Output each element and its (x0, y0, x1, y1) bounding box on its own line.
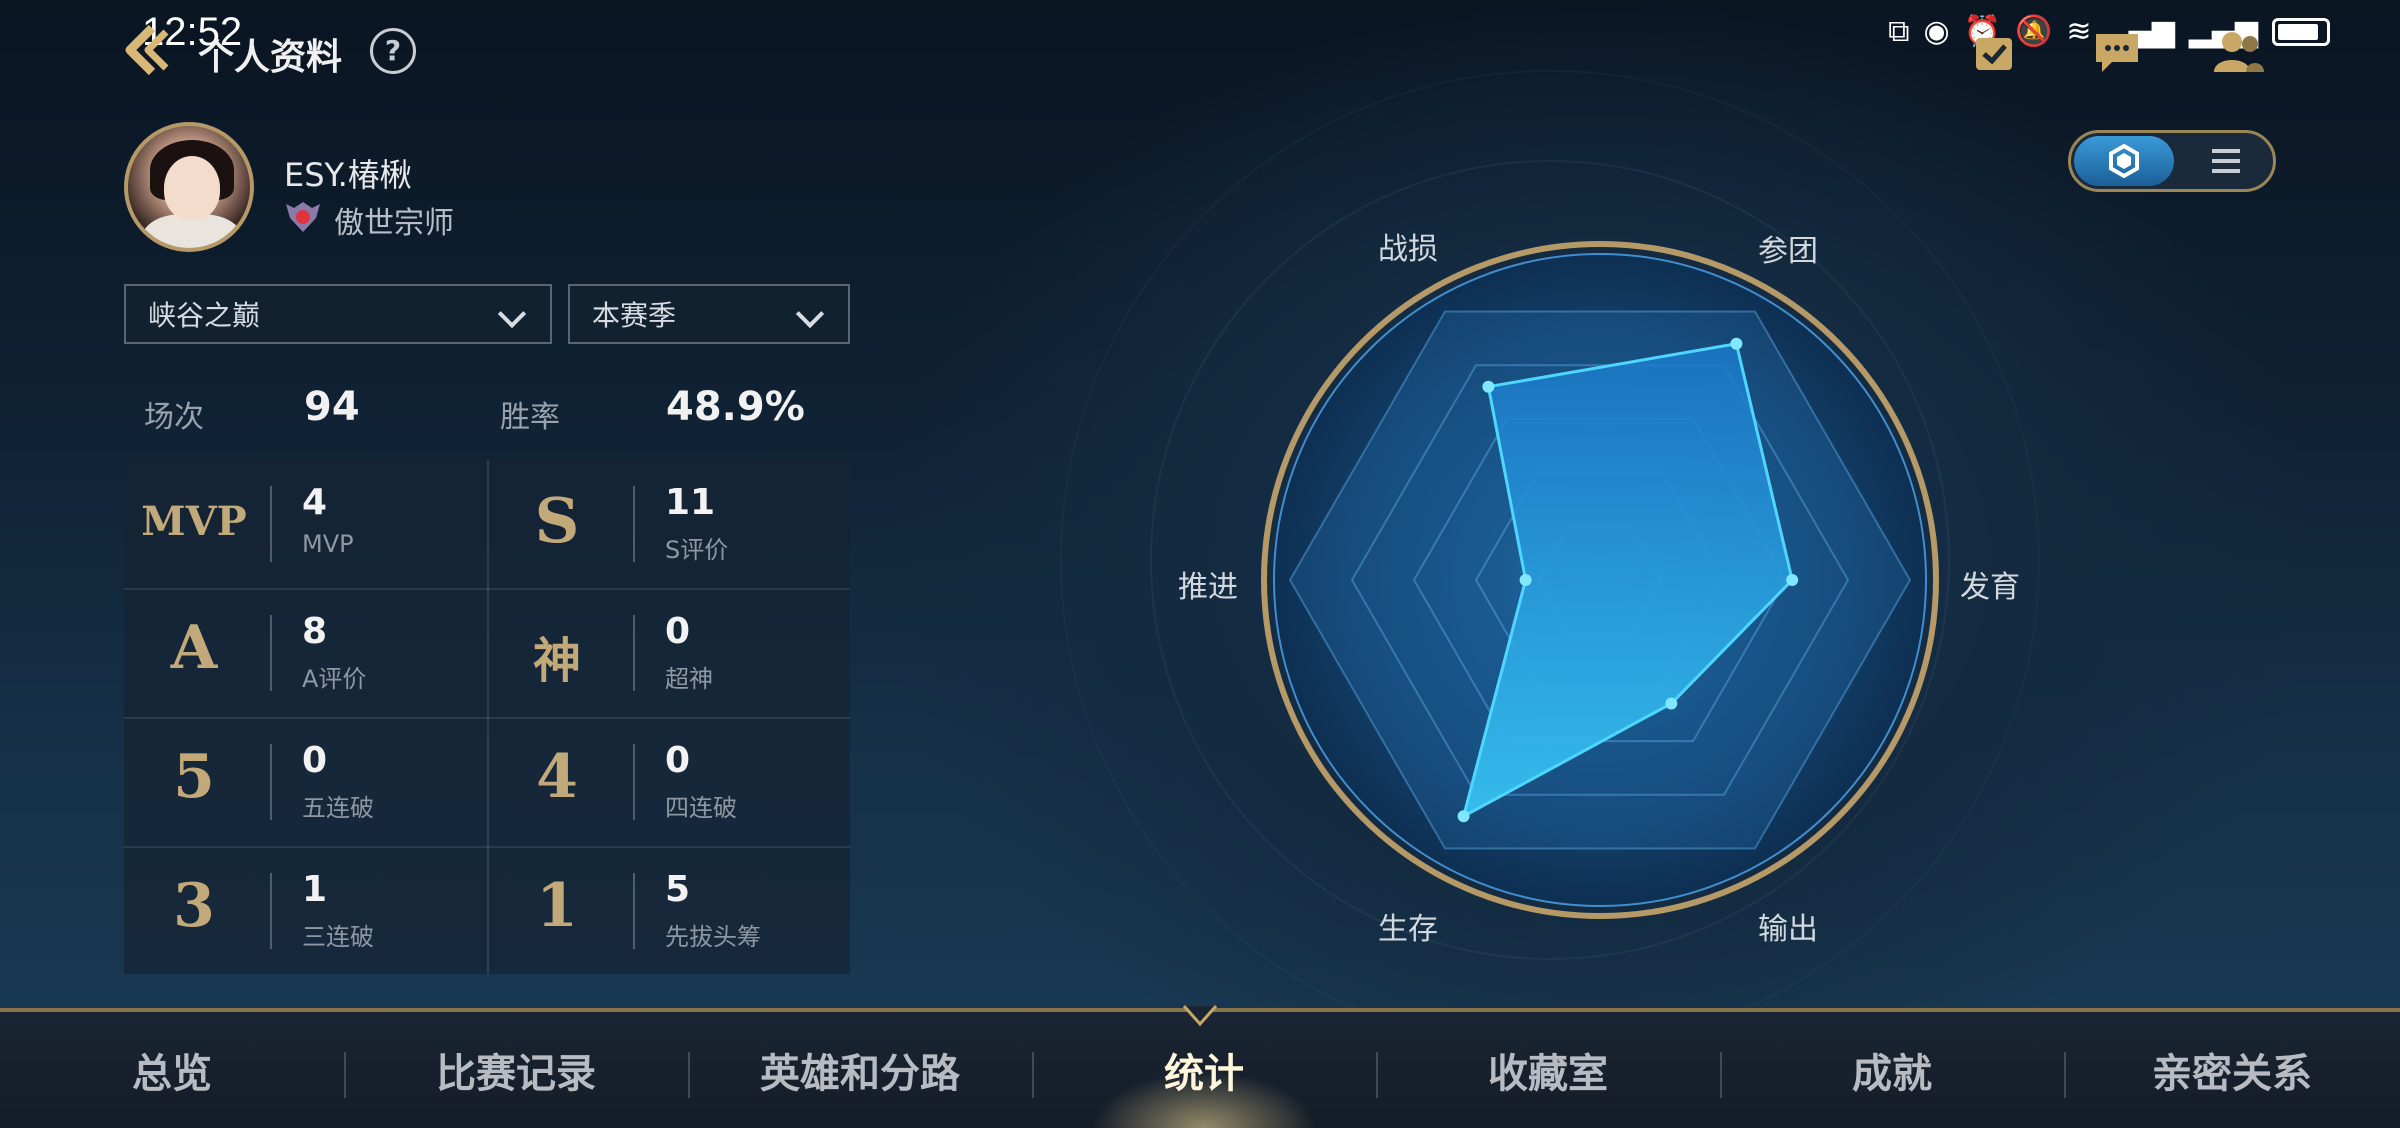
stat-value: 0 (302, 740, 328, 781)
back-arrow-icon[interactable] (118, 22, 174, 78)
help-button[interactable]: ? (370, 28, 416, 74)
stat-label: S评价 (665, 536, 729, 564)
stat-label: 四连破 (665, 794, 737, 822)
radar-view-button[interactable] (2074, 136, 2174, 186)
stat-value: 0 (665, 611, 691, 652)
quadra-kill-badge-icon: 4 (536, 742, 578, 812)
cast-icon: ⧉ (1888, 14, 1910, 49)
radar-axis-label: 输出 (1758, 912, 1818, 947)
task-check-icon[interactable] (1972, 30, 2016, 74)
radar-point-参团 (1730, 337, 1743, 350)
tab-heroes-lanes[interactable]: 英雄和分路 (688, 1012, 1032, 1128)
chevron-down-icon (497, 299, 527, 329)
radar-point-推进 (1519, 574, 1532, 586)
matches-value: 94 (304, 384, 360, 430)
stat-cell-first-blood: 1 5 先拔头筹 (487, 847, 850, 975)
s-badge-icon: S (534, 484, 580, 557)
stat-cell-triple: 3 1 三连破 (124, 847, 487, 975)
stat-value: 8 (302, 611, 328, 652)
season-dropdown-value: 本赛季 (592, 299, 677, 332)
stat-cell-a: A 8 A评价 (124, 589, 487, 717)
list-view-button[interactable] (2179, 136, 2273, 186)
penta-kill-badge-icon: 5 (173, 742, 215, 812)
stat-cell-quadra: 4 0 四连破 (487, 718, 850, 846)
radar-point-输出 (1665, 697, 1678, 710)
radar-point-生存 (1457, 810, 1470, 823)
user-name: ESY.椿楸 (284, 156, 412, 194)
stat-cell-legendary: 神 0 超神 (487, 589, 850, 717)
radar-point-战损 (1482, 380, 1495, 393)
mute-icon: 🔕 (2015, 14, 2053, 49)
eye-icon: ◉ (1923, 14, 1950, 49)
tab-collection[interactable]: 收藏室 (1376, 1012, 1720, 1128)
stat-cell-s: S 11 S评价 (487, 460, 850, 588)
triple-kill-badge-icon: 3 (173, 871, 215, 941)
stat-value: 0 (665, 740, 691, 781)
rank-badge-icon (286, 202, 320, 232)
radar-axis-label: 生存 (1378, 912, 1438, 947)
chevron-down-icon (795, 299, 825, 329)
list-icon (2212, 149, 2240, 173)
matches-label: 场次 (144, 400, 204, 435)
stat-value: 5 (665, 869, 691, 910)
stat-value: 1 (302, 869, 328, 910)
stat-cell-mvp: MVP 4 MVP (124, 460, 487, 588)
tab-overview[interactable]: 总览 (0, 1012, 344, 1128)
page-title: 个人资料 (198, 37, 343, 78)
stat-cell-penta: 5 0 五连破 (124, 718, 487, 846)
wifi-icon: ≋ (2066, 14, 2092, 49)
radar-axis-label: 发育 (1960, 570, 2020, 605)
stat-label: 超神 (665, 665, 713, 693)
radar-axis-label: 参团 (1758, 234, 1818, 269)
tab-statistics[interactable]: 统计 (1032, 1012, 1376, 1128)
legendary-badge-icon: 神 (532, 633, 581, 689)
rank-name: 傲世宗师 (334, 206, 454, 241)
stat-label: 三连破 (302, 923, 374, 951)
mvp-badge-icon: MVP (141, 498, 247, 545)
battery-icon (2272, 17, 2330, 46)
tab-achievements[interactable]: 成就 (1720, 1012, 2064, 1128)
stat-label: MVP (302, 530, 354, 558)
first-blood-badge-icon: 1 (536, 871, 578, 941)
winrate-value: 48.9% (666, 384, 805, 430)
stat-value: 4 (302, 482, 328, 523)
radar-point-发育 (1786, 574, 1799, 586)
tab-relationships[interactable]: 亲密关系 (2064, 1012, 2400, 1128)
active-tab-indicator-icon (1182, 1005, 1218, 1027)
hexagon-icon (2109, 143, 2139, 179)
stats-grid: MVP 4 MVP S 11 S评价 A 8 A评价 神 0 超神 5 0 五连… (124, 460, 850, 974)
mode-dropdown-value: 峡谷之巅 (148, 299, 261, 332)
message-icon[interactable] (2092, 30, 2142, 76)
stat-value: 11 (665, 482, 716, 523)
stat-label: 先拔头筹 (665, 923, 761, 951)
radar-chart (1261, 241, 1939, 919)
mode-dropdown[interactable]: 峡谷之巅 (124, 284, 552, 344)
stat-label: A评价 (302, 665, 367, 693)
radar-axis-label: 推进 (1178, 570, 1238, 605)
a-badge-icon: A (170, 613, 218, 683)
friends-icon[interactable] (2210, 28, 2266, 74)
radar-axis-label: 战损 (1378, 232, 1438, 267)
tab-match-history[interactable]: 比赛记录 (344, 1012, 688, 1128)
winrate-label: 胜率 (500, 400, 560, 435)
view-toggle[interactable] (2068, 130, 2276, 192)
stat-label: 五连破 (302, 794, 374, 822)
season-dropdown[interactable]: 本赛季 (568, 284, 850, 344)
avatar[interactable] (124, 122, 254, 252)
